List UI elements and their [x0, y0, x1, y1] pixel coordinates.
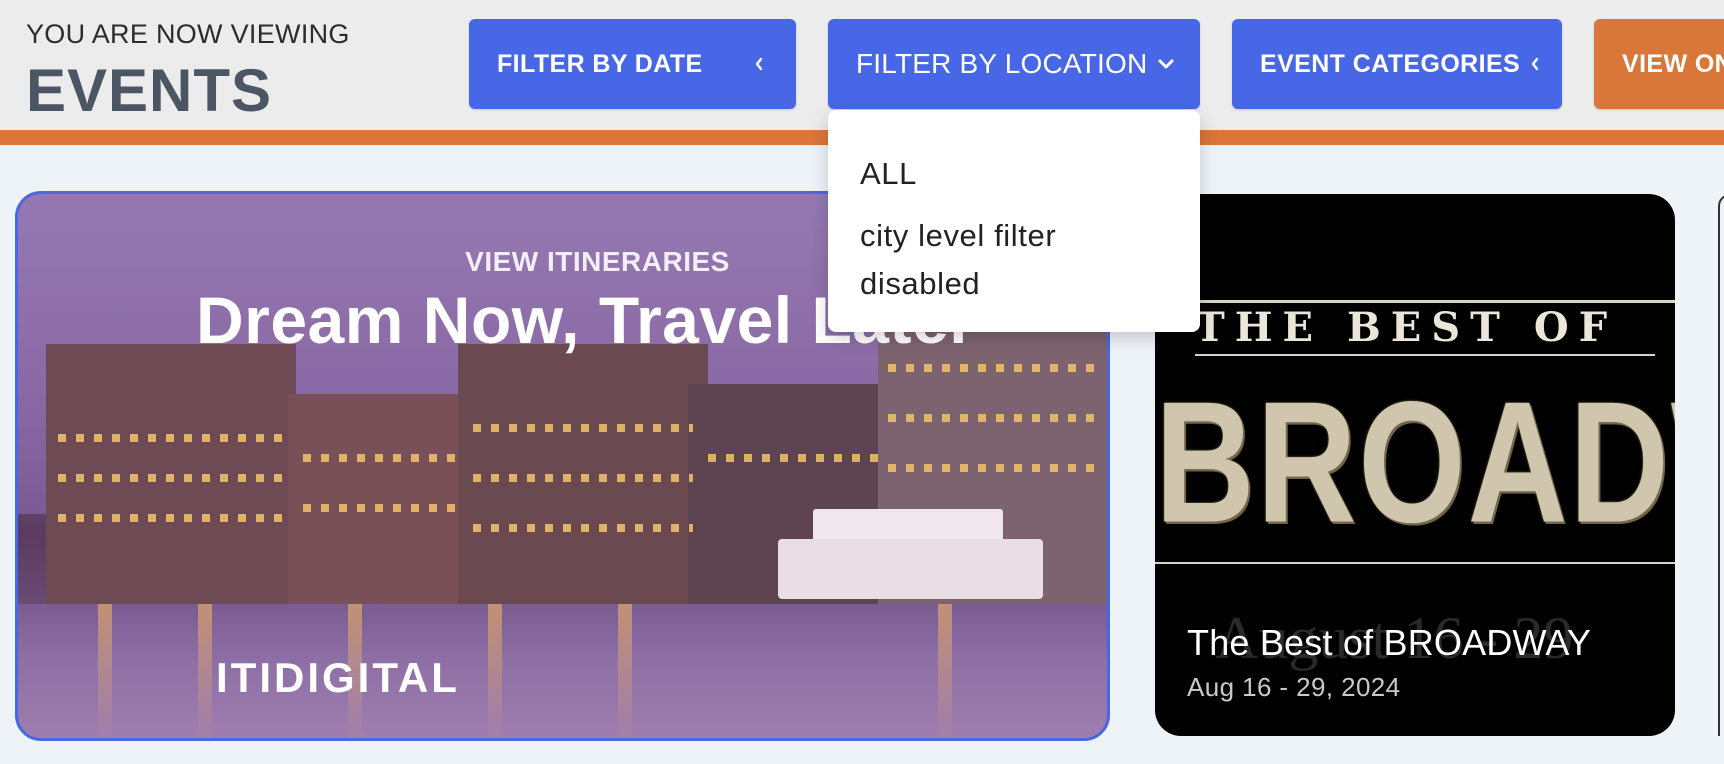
next-card-edge[interactable] — [1718, 194, 1724, 736]
lit-windows — [58, 474, 288, 482]
page-title: EVENTS — [26, 57, 273, 124]
location-option-line: city level filter — [860, 218, 1057, 253]
events-page: YOU ARE NOW VIEWING EVENTS FILTER BY DAT… — [0, 0, 1724, 764]
light-reflection — [488, 604, 502, 738]
filter-by-date-button[interactable]: FILTER BY DATE — [469, 19, 796, 109]
marquee-divider — [1195, 354, 1655, 356]
light-reflection — [938, 604, 952, 738]
chevron-left-icon — [1530, 55, 1540, 73]
marquee-divider — [1155, 562, 1675, 564]
lit-windows — [303, 504, 463, 512]
light-reflection — [618, 604, 632, 738]
viewing-label: YOU ARE NOW VIEWING — [26, 19, 350, 49]
brand-logo-text: ITIDIGITAL — [216, 654, 460, 701]
filter-by-location-label: FILTER BY LOCATION — [856, 48, 1148, 79]
view-on-button[interactable]: VIEW ON — [1594, 19, 1724, 109]
riverboat — [778, 539, 1043, 599]
lit-windows — [473, 474, 693, 482]
lit-windows — [708, 454, 878, 462]
event-image-top-text: THE BEST OF — [1195, 304, 1618, 351]
filter-by-location-button[interactable]: FILTER BY LOCATION — [828, 19, 1200, 109]
riverboat-upper-deck — [813, 509, 1003, 541]
lit-windows — [58, 434, 288, 442]
chevron-down-icon — [1157, 55, 1175, 73]
lit-windows — [473, 424, 693, 432]
event-image-main-text: BROADWAY — [1155, 366, 1675, 560]
location-dropdown-menu: ALL city level filter disabled — [828, 110, 1200, 332]
event-card-best-of-broadway[interactable]: THE BEST OF BROADWAY August 16 - 29 The … — [1155, 194, 1675, 736]
location-option-city-level-disabled[interactable]: city level filter disabled — [860, 212, 1168, 308]
lit-windows — [888, 464, 1098, 472]
lit-windows — [303, 454, 463, 462]
lit-windows — [473, 524, 693, 532]
chevron-left-icon — [750, 55, 768, 73]
location-option-line: disabled — [860, 266, 981, 301]
view-on-label: VIEW ON — [1622, 49, 1724, 78]
light-reflection — [98, 604, 112, 738]
lit-windows — [888, 364, 1098, 372]
event-date: Aug 16 - 29, 2024 — [1187, 672, 1401, 702]
lit-windows — [58, 514, 288, 522]
event-categories-label: EVENT CATEGORIES — [1260, 49, 1521, 78]
light-reflection — [198, 604, 212, 738]
event-categories-button[interactable]: EVENT CATEGORIES — [1232, 19, 1562, 109]
location-option-all[interactable]: ALL — [860, 150, 1168, 198]
event-title: The Best of BROADWAY — [1187, 622, 1592, 663]
marquee-divider — [1155, 300, 1675, 303]
lit-windows — [888, 414, 1098, 422]
filter-by-date-label: FILTER BY DATE — [497, 49, 703, 78]
